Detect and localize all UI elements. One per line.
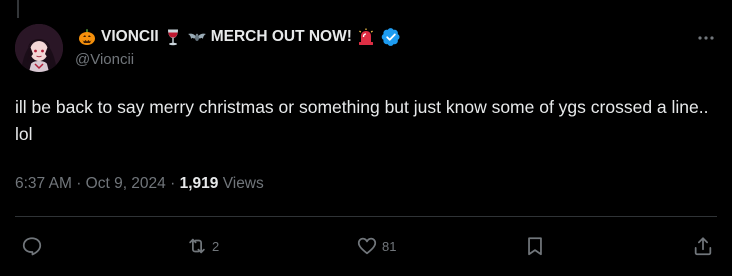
views-label: Views	[222, 175, 264, 192]
action-bar: 2 81	[0, 232, 732, 260]
tweet-metadata: 6:37 AM · Oct 9, 2024 · 1,919 Views	[15, 173, 264, 195]
police-light-icon	[356, 27, 376, 47]
reply-button[interactable]	[21, 234, 47, 258]
like-button[interactable]: 81	[356, 234, 396, 258]
author-handle[interactable]: @Vioncii	[75, 50, 712, 70]
divider	[15, 216, 717, 217]
retweet-icon	[189, 238, 205, 254]
retweet-count: 2	[212, 238, 220, 254]
tweet-header: VIONCII MERCH OUT NOW! @Vioncii	[75, 26, 712, 70]
reply-icon	[22, 237, 42, 256]
bat-icon	[187, 27, 207, 47]
thread-connector-line	[17, 0, 19, 18]
bookmark-button[interactable]	[524, 234, 546, 258]
like-count: 81	[382, 238, 397, 254]
tweet-date[interactable]: Oct 9, 2024	[86, 175, 166, 192]
tweet-text: ill be back to say merry christmas or so…	[15, 97, 709, 144]
wine-glass-icon	[163, 27, 183, 47]
jack-o-lantern-icon	[77, 27, 97, 47]
display-name-part-1: VIONCII	[101, 28, 159, 45]
retweet-button[interactable]: 2	[186, 234, 219, 258]
avatar[interactable]	[15, 24, 63, 72]
share-icon	[694, 237, 712, 256]
meta-separator: ·	[76, 175, 86, 192]
more-icon	[698, 36, 714, 40]
views-count: 1,919	[179, 175, 219, 192]
bookmark-icon	[528, 237, 542, 256]
author-display-name[interactable]: VIONCII MERCH OUT NOW!	[75, 26, 712, 48]
meta-separator: ·	[170, 175, 180, 192]
more-options-button[interactable]	[694, 28, 718, 48]
display-name-part-2: MERCH OUT NOW!	[210, 28, 352, 45]
verified-badge-icon[interactable]	[381, 27, 401, 47]
like-icon	[357, 237, 377, 255]
tweet-time[interactable]: 6:37 AM	[15, 175, 72, 192]
avatar-illustration	[15, 24, 63, 72]
share-button[interactable]	[692, 234, 714, 258]
